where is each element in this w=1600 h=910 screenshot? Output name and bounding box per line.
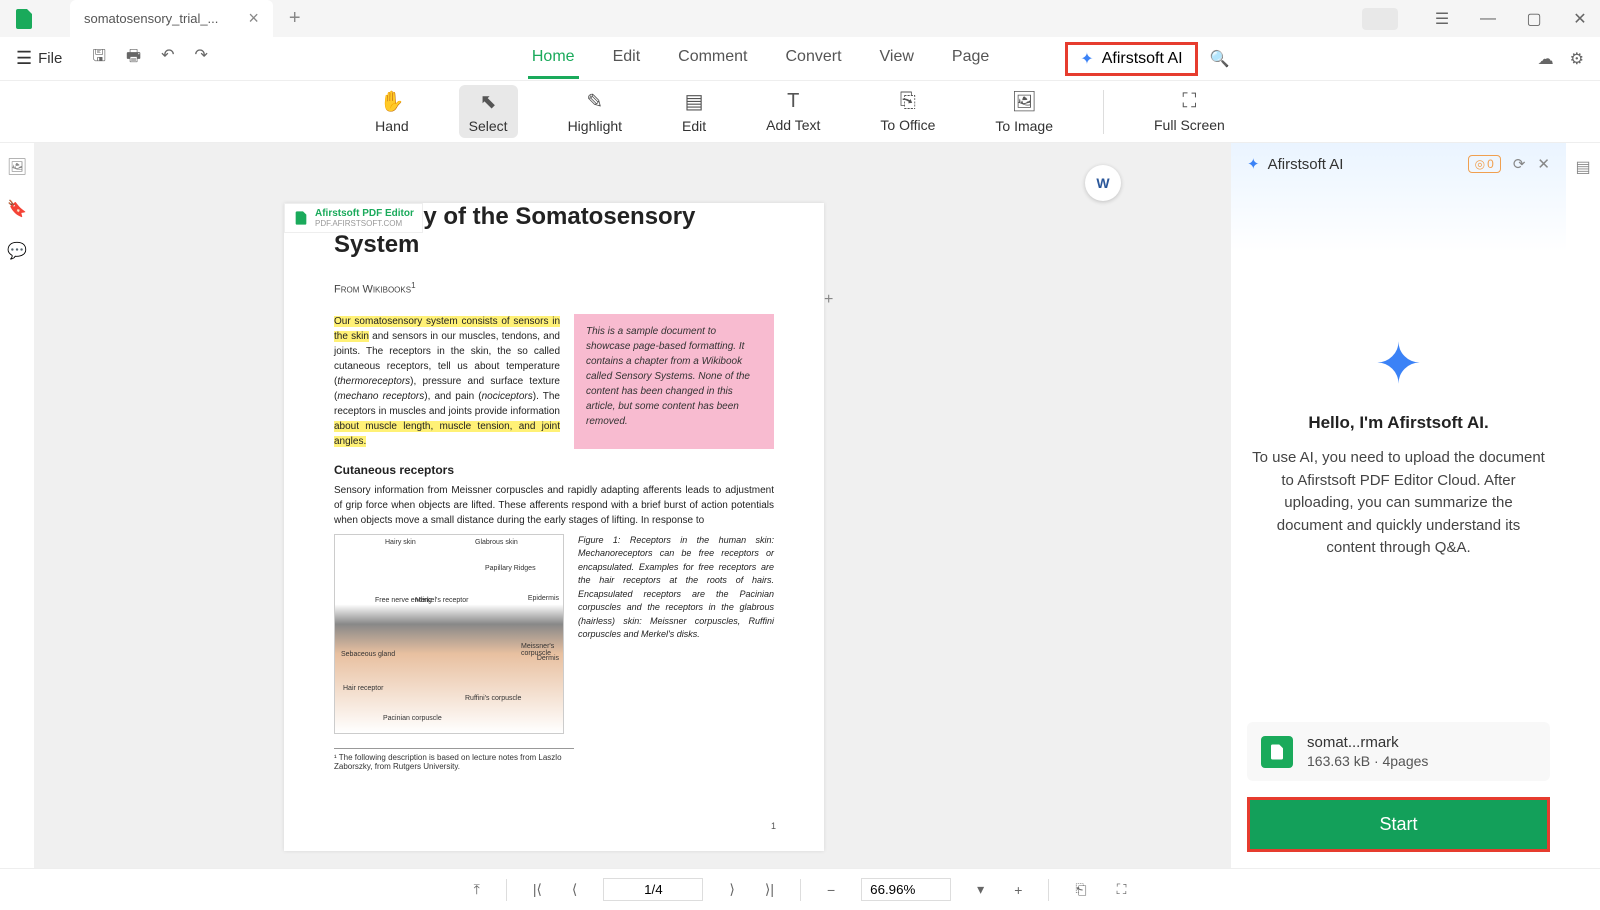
scroll-top-icon[interactable]: ⤒	[470, 879, 484, 900]
tab-page[interactable]: Page	[948, 38, 993, 79]
first-page-icon[interactable]: |⟨	[529, 879, 546, 900]
zoom-dropdown-icon[interactable]: ▾	[973, 879, 988, 900]
ai-panel: ✦ Afirstsoft AI ◎ 0 ⟳ ✕ ✦ Hello, I'm Afi…	[1231, 143, 1566, 868]
ai-panel-title: Afirstsoft AI	[1268, 156, 1344, 173]
sparkle-large-icon: ✦	[1375, 331, 1422, 397]
search-icon[interactable]: 🔍	[1210, 49, 1230, 69]
redo-icon[interactable]: ↷	[194, 45, 207, 72]
fullscreen-icon: ⛶	[1182, 90, 1196, 113]
to-office-tool[interactable]: ⎘To Office	[870, 86, 945, 137]
doc-source: From Wikibooks1	[334, 281, 774, 296]
select-tool[interactable]: ⬉Select	[459, 85, 518, 138]
app-logo[interactable]	[8, 3, 40, 35]
doc-figure: Hairy skin Glabrous skin Epidermis Dermi…	[334, 534, 564, 734]
thumbnails-icon[interactable]: 🖼	[7, 157, 27, 177]
last-page-icon[interactable]: ⟩|	[761, 879, 778, 900]
fit-page-icon[interactable]: ⎗	[1071, 879, 1090, 900]
word-export-badge[interactable]: W	[1085, 165, 1121, 201]
edit-icon: ▤	[685, 89, 704, 114]
maximize-icon[interactable]: ▢	[1522, 7, 1546, 31]
ai-file-meta: 163.63 kB · 4pages	[1307, 753, 1536, 769]
tab-view[interactable]: View	[876, 38, 918, 79]
refresh-icon[interactable]: ⟳	[1513, 155, 1526, 173]
zoom-out-icon[interactable]: −	[823, 880, 839, 900]
watermark: Afirstsoft PDF Editor PDF.AFIRSTSOFT.COM	[284, 203, 423, 233]
pdf-page[interactable]: Afirstsoft PDF Editor PDF.AFIRSTSOFT.COM…	[284, 203, 824, 851]
minimize-icon[interactable]: —	[1476, 7, 1500, 31]
ai-description: To use AI, you need to upload the docume…	[1251, 447, 1546, 560]
cloud-icon[interactable]: ☁	[1538, 49, 1554, 69]
highlight-icon: ✎	[586, 89, 603, 114]
fit-width-icon[interactable]: ⛶	[1113, 879, 1131, 900]
page-number: 1	[771, 821, 776, 831]
hamburger-icon: ☰	[16, 48, 32, 69]
settings-lines-icon[interactable]: ⚙	[1570, 49, 1584, 69]
tab-convert[interactable]: Convert	[782, 38, 846, 79]
app-menu-icon[interactable]: ☰	[1430, 7, 1454, 31]
ai-button-label: Afirstsoft AI	[1102, 50, 1183, 68]
tab-comment[interactable]: Comment	[674, 38, 751, 79]
page-input[interactable]	[603, 878, 703, 901]
add-text-tool[interactable]: TAdd Text	[756, 86, 830, 137]
add-page-icon[interactable]: +	[824, 291, 846, 313]
save-icon[interactable]: 🖫	[92, 45, 106, 72]
close-window-icon[interactable]: ✕	[1568, 7, 1592, 31]
ai-file-card: somat...rmark 163.63 kB · 4pages	[1247, 722, 1550, 781]
tab-add-button[interactable]: +	[289, 7, 301, 30]
zoom-input[interactable]	[861, 878, 951, 901]
ai-hello: Hello, I'm Afirstsoft AI.	[1308, 413, 1488, 433]
image-icon: 🖼	[1012, 89, 1037, 114]
cursor-icon: ⬉	[480, 89, 497, 114]
comments-icon[interactable]: 💬	[7, 241, 27, 261]
edit-tool[interactable]: ▤Edit	[672, 85, 716, 138]
doc-body-para1: Our somatosensory system consists of sen…	[334, 314, 560, 449]
toolbar-separator	[1103, 90, 1104, 134]
tab-edit[interactable]: Edit	[609, 38, 645, 79]
to-image-tool[interactable]: 🖼To Image	[985, 85, 1063, 138]
office-icon: ⎘	[900, 90, 916, 113]
document-tab[interactable]: somatosensory_trial_... ×	[70, 0, 273, 37]
undo-icon[interactable]: ↶	[161, 45, 174, 72]
prev-page-icon[interactable]: ⟨	[568, 879, 581, 900]
bookmarks-icon[interactable]: 🔖	[7, 199, 27, 219]
hand-tool[interactable]: ✋Hand	[365, 85, 418, 138]
highlight-tool[interactable]: ✎Highlight	[558, 85, 632, 138]
tab-close-icon[interactable]: ×	[248, 8, 259, 29]
zoom-in-icon[interactable]: +	[1010, 880, 1026, 900]
fullscreen-tool[interactable]: ⛶Full Screen	[1144, 86, 1235, 137]
doc-subhead: Cutaneous receptors	[334, 463, 774, 477]
file-icon	[1261, 736, 1293, 768]
ai-start-button[interactable]: Start	[1247, 797, 1550, 852]
doc-callout: This is a sample document to showcase pa…	[574, 314, 774, 449]
doc-figure-caption: Figure 1: Receptors in the human skin: M…	[578, 534, 774, 734]
tab-home[interactable]: Home	[528, 38, 579, 79]
status-pill	[1362, 8, 1398, 30]
hand-icon: ✋	[379, 89, 404, 114]
text-icon: T	[787, 90, 799, 113]
token-badge[interactable]: ◎ 0	[1468, 155, 1501, 173]
ai-file-name: somat...rmark	[1307, 734, 1536, 751]
sparkle-icon: ✦	[1247, 155, 1260, 173]
tab-title: somatosensory_trial_...	[84, 11, 218, 26]
doc-body-para2: Sensory information from Meissner corpus…	[334, 483, 774, 528]
close-panel-icon[interactable]: ✕	[1537, 155, 1550, 173]
file-menu[interactable]: ☰ File	[16, 48, 62, 69]
next-page-icon[interactable]: ⟩	[725, 879, 738, 900]
afirstsoft-ai-button[interactable]: ✦ Afirstsoft AI	[1065, 42, 1197, 76]
print-icon[interactable]: 🖶	[126, 45, 141, 72]
sparkle-icon: ✦	[1080, 49, 1093, 69]
file-label: File	[38, 50, 62, 67]
doc-footnote: ¹ The following description is based on …	[334, 748, 574, 771]
collapse-panel-icon[interactable]: ▤	[1575, 157, 1590, 177]
